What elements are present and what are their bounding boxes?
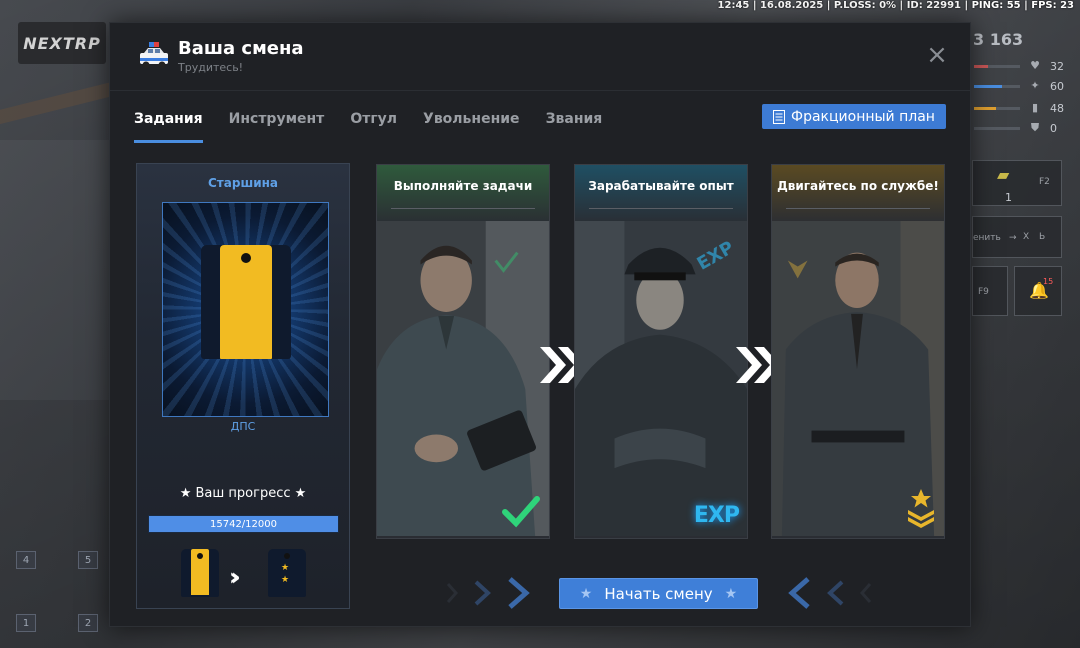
chevron-right-icon <box>446 577 530 609</box>
rank-panel: Старшина ДПС ★ Ваш прогресс ★ 15742/1200… <box>136 163 350 609</box>
faction-plan-label: Фракционный план <box>791 108 935 125</box>
tab-day-off[interactable]: Отгул <box>350 109 397 143</box>
progress-label: ★ Ваш прогресс ★ <box>179 486 307 501</box>
document-icon <box>773 109 786 124</box>
window-header: Ваша смена Трудитесь! × <box>110 23 970 91</box>
progress-bar: 15742/12000 <box>148 515 339 533</box>
tab-ranks[interactable]: Звания <box>546 109 603 143</box>
chevron-left-icon <box>788 577 872 609</box>
step-card-tasks: Выполняйте задачи <box>376 164 550 539</box>
hotbar-key: 2 <box>78 614 98 632</box>
rank-chevron-icon <box>908 489 934 528</box>
window-subtitle: Трудитесь! <box>178 61 244 74</box>
step-card-experience: Зарабатывайте опыт EXP EXP <box>574 164 748 539</box>
money-pack-icon: ▰ <box>997 165 1010 184</box>
step-title: Зарабатывайте опыт <box>588 179 734 193</box>
hud-stat-armor: ⛊ 0 <box>974 120 1074 136</box>
step-title: Двигайтесь по службе! <box>777 179 939 193</box>
tab-tasks[interactable]: Задания <box>134 109 203 143</box>
hotbar-key: 5 <box>78 551 98 569</box>
heart-icon: ♥ <box>1030 59 1040 72</box>
progress-text: 15742/12000 <box>210 519 277 530</box>
hotbar-key: 1 <box>16 614 36 632</box>
step-card-promotion: Двигайтесь по службе! <box>771 164 945 539</box>
status-bar: 12:45 | 16.08.2025 | P.LOSS: 0% | ID: 22… <box>717 0 1074 11</box>
step-title: Выполняйте задачи <box>393 179 533 193</box>
window-title: Ваша смена <box>178 38 304 59</box>
shoulder-strap-icon <box>201 245 291 359</box>
division-label: ДПС <box>230 420 256 433</box>
rank-name: Старшина <box>208 176 278 190</box>
arrow-right-icon: → <box>1009 233 1017 243</box>
hud-stat-health: ♥ 32 <box>974 58 1074 74</box>
hud-stat-stamina: ✦ 60 <box>974 78 1074 94</box>
hotbar-key: 4 <box>16 551 36 569</box>
rank-insignia-frame <box>162 202 329 417</box>
tab-resignation[interactable]: Увольнение <box>423 109 520 143</box>
notification-slot: 🔔 15 <box>1014 266 1062 316</box>
server-logo: NEXTRP <box>18 22 106 64</box>
faction-plan-button[interactable]: Фракционный план <box>762 104 946 129</box>
exp-icon: EXP <box>693 503 740 528</box>
food-icon: ▮ <box>1031 101 1039 114</box>
money-counter: 3 163 <box>973 30 1024 49</box>
star-icon: ★ <box>724 585 738 602</box>
stamina-icon: ✦ <box>1030 79 1040 92</box>
hint-panel: енить → X Ь <box>972 216 1062 258</box>
star-icon: ★ <box>579 585 593 602</box>
inventory-slot: ▰ 1 F2 <box>972 160 1062 206</box>
start-shift-button[interactable]: ★ Начать смену ★ <box>559 578 758 609</box>
police-car-icon <box>140 42 168 69</box>
hud-stat-food: ▮ 48 <box>974 100 1074 116</box>
tab-tools[interactable]: Инструмент <box>229 109 325 143</box>
start-shift-label: Начать смену <box>604 584 713 603</box>
close-button[interactable]: × <box>926 42 948 68</box>
officer-in-cap-image: EXP <box>575 221 747 537</box>
tab-bar: Задания Инструмент Отгул Увольнение Зван… <box>134 109 628 143</box>
shift-window: Ваша смена Трудитесь! × Задания Инструме… <box>109 22 971 627</box>
armor-icon: ⛊ <box>1030 121 1040 134</box>
checkmark-icon <box>502 496 540 528</box>
start-area: ★ Начать смену ★ <box>110 576 970 610</box>
officer-with-tablet-image <box>377 221 549 537</box>
hotkey-slot: F9 <box>972 266 1008 316</box>
